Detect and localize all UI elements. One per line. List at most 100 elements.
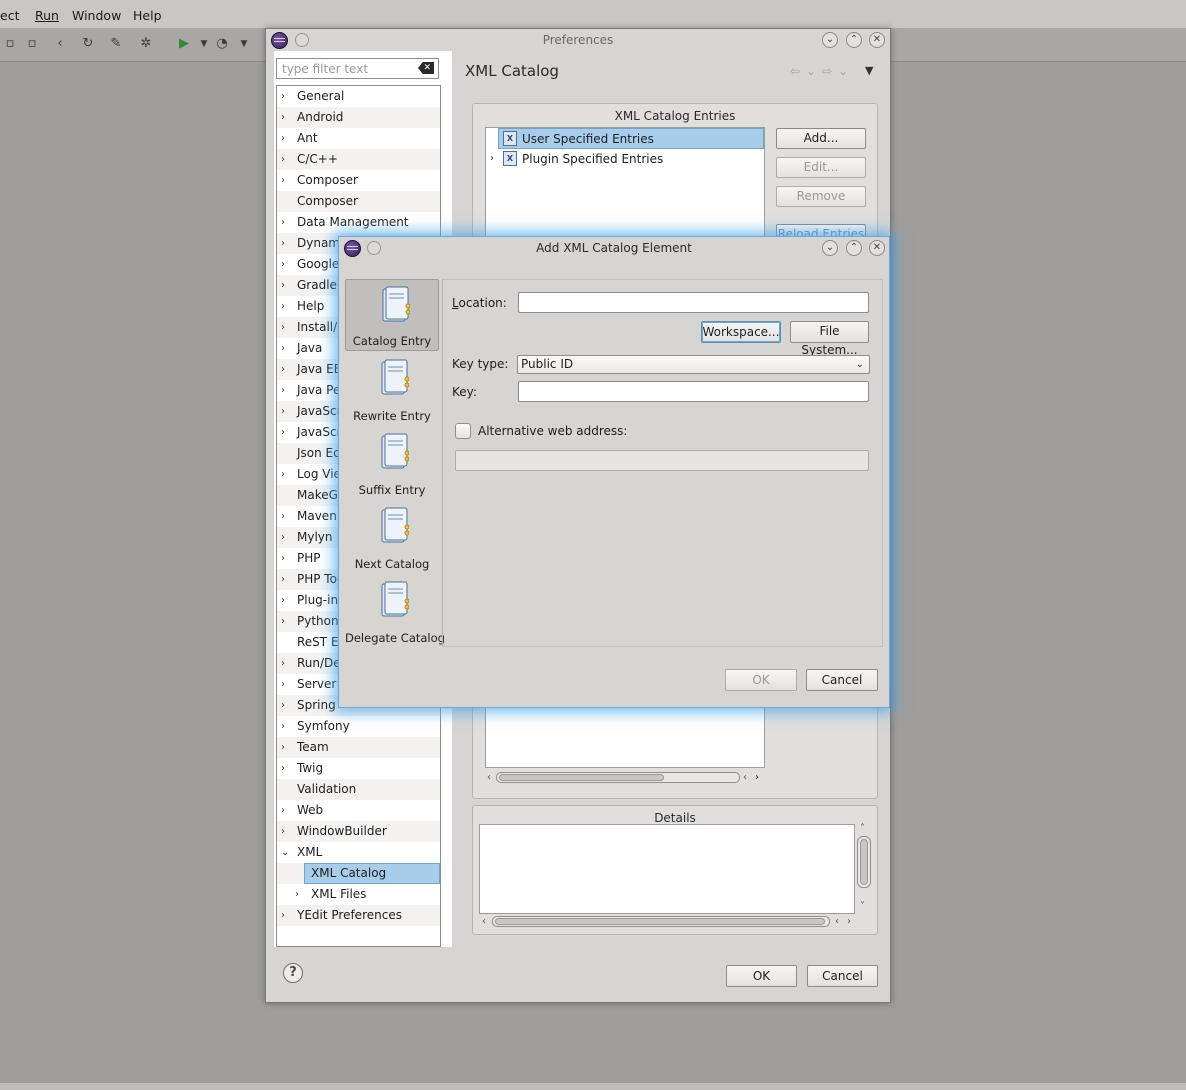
expand-chevron-icon[interactable]: › [281, 464, 291, 485]
expand-chevron-icon[interactable]: › [281, 128, 291, 149]
tree-item[interactable]: › Web [277, 800, 440, 821]
expand-chevron-icon[interactable]: › [281, 800, 291, 821]
tree-item[interactable]: Composer [277, 191, 440, 212]
sidebar-item-next-catalog[interactable]: Next Catalog [345, 501, 439, 573]
expand-chevron-icon[interactable]: › [281, 905, 291, 926]
details-hscrollbar[interactable] [492, 916, 830, 927]
expand-chevron-icon[interactable]: › [281, 86, 291, 107]
menu-project[interactable]: ect [0, 8, 19, 23]
expand-chevron-icon[interactable]: › [281, 170, 291, 191]
expand-chevron-icon[interactable]: › [281, 758, 291, 779]
expand-chevron-icon[interactable]: › [281, 422, 291, 443]
tree-item[interactable]: › C/C++ [277, 149, 440, 170]
tree-item[interactable]: › Symfony [277, 716, 440, 737]
scroll-up-icon[interactable]: ˄ [860, 823, 865, 834]
scroll-right-icon[interactable]: › [847, 916, 851, 927]
preferences-ok-button[interactable]: OK [726, 965, 797, 987]
expand-chevron-icon[interactable]: › [281, 548, 291, 569]
alternative-web-address-input[interactable] [455, 450, 869, 471]
expand-chevron-icon[interactable]: › [281, 569, 291, 590]
scroll-right-icon[interactable]: › [755, 772, 759, 783]
entry-plugin-specified[interactable]: › X Plugin Specified Entries [486, 149, 764, 170]
expand-chevron-icon[interactable]: › [281, 149, 291, 170]
location-input[interactable] [518, 292, 869, 313]
file-system-button[interactable]: File System... [790, 321, 869, 357]
expand-chevron-icon[interactable]: › [281, 380, 291, 401]
tree-item[interactable]: › XML Files [277, 884, 440, 905]
maximize-icon[interactable]: ⌃ [846, 240, 862, 256]
expand-chevron-icon[interactable]: › [281, 506, 291, 527]
tree-item[interactable]: › Android [277, 107, 440, 128]
expand-chevron-icon[interactable]: › [490, 149, 494, 169]
menu-help[interactable]: Help [133, 8, 162, 23]
edit-button[interactable]: Edit... [776, 157, 866, 178]
dialog-cancel-button[interactable]: Cancel [806, 669, 878, 691]
expand-chevron-icon[interactable]: › [281, 317, 291, 338]
expand-chevron-icon[interactable]: › [281, 737, 291, 758]
tree-item[interactable]: › WindowBuilder [277, 821, 440, 842]
expand-chevron-icon[interactable]: › [281, 107, 291, 128]
collapse-chevron-icon[interactable]: ⌄ [281, 842, 291, 863]
sidebar-item-delegate-catalog[interactable]: Delegate Catalog [345, 575, 445, 647]
expand-chevron-icon[interactable]: › [281, 611, 291, 632]
expand-chevron-icon[interactable]: › [281, 695, 291, 716]
dialog-ok-button[interactable]: OK [725, 669, 797, 691]
scroll-down-icon[interactable]: ˅ [860, 901, 865, 912]
entries-hscroll-thumb[interactable] [499, 774, 664, 781]
sidebar-item-catalog-entry[interactable]: Catalog Entry [345, 279, 439, 351]
remove-button[interactable]: Remove [776, 186, 866, 207]
expand-chevron-icon[interactable]: › [281, 212, 291, 233]
tree-item[interactable]: › Composer [277, 170, 440, 191]
key-type-select[interactable]: Public ID ⌄ [517, 355, 870, 374]
close-icon[interactable]: ✕ [869, 240, 885, 256]
toolbar-refresh-icon[interactable]: ↻ [80, 36, 96, 52]
toolbar-external-tools-icon[interactable]: ◔ [214, 36, 230, 52]
toolbar-external-dropdown-icon[interactable]: ▼ [236, 36, 252, 52]
toolbar-run-icon[interactable]: ▶ [176, 36, 192, 52]
workspace-button[interactable]: Workspace... [701, 321, 781, 343]
nav-history-icon[interactable]: ⇦⌄⇨⌄ [790, 64, 854, 78]
details-vscrollbar[interactable] [857, 836, 871, 888]
tree-item[interactable]: › Ant [277, 128, 440, 149]
toolbar-debug-icon[interactable]: ✲ [138, 36, 154, 52]
help-icon[interactable]: ? [283, 963, 303, 983]
expand-chevron-icon[interactable]: › [281, 254, 291, 275]
expand-chevron-icon[interactable]: › [281, 296, 291, 317]
sidebar-item-rewrite-entry[interactable]: Rewrite Entry [345, 353, 439, 425]
details-textarea[interactable] [479, 824, 855, 914]
entry-user-specified[interactable]: X User Specified Entries [498, 128, 764, 149]
minimize-icon[interactable]: ⌄ [822, 32, 838, 48]
scroll-left-icon[interactable]: ‹ [835, 916, 839, 927]
expand-chevron-icon[interactable]: › [281, 653, 291, 674]
alternative-web-address-checkbox[interactable] [455, 423, 471, 439]
tree-item[interactable]: Validation [277, 779, 440, 800]
key-input[interactable] [518, 381, 869, 402]
toolbar-save-icon[interactable]: ▫ [2, 36, 18, 52]
expand-chevron-icon[interactable]: › [295, 884, 305, 905]
dialog-titlebar[interactable]: Add XML Catalog Element ⌄ ⌃ ✕ [339, 237, 889, 259]
tree-item[interactable]: ⌄ XML [277, 842, 440, 863]
toolbar-print-icon[interactable]: ▫ [24, 36, 40, 52]
add-button[interactable]: Add... [776, 128, 866, 149]
expand-chevron-icon[interactable]: › [281, 821, 291, 842]
details-hscroll-thumb[interactable] [495, 918, 825, 925]
preferences-titlebar[interactable]: Preferences ⌄ ⌃ ✕ [266, 29, 890, 51]
scroll-left-icon[interactable]: ‹ [487, 772, 491, 783]
expand-chevron-icon[interactable]: › [281, 275, 291, 296]
expand-chevron-icon[interactable]: › [281, 359, 291, 380]
expand-chevron-icon[interactable]: › [281, 527, 291, 548]
scroll-left-icon[interactable]: ‹ [743, 772, 747, 783]
expand-chevron-icon[interactable]: › [281, 674, 291, 695]
expand-chevron-icon[interactable]: › [281, 716, 291, 737]
tree-item[interactable]: XML Catalog [277, 863, 440, 884]
toolbar-back-icon[interactable]: ‹ [52, 36, 68, 52]
expand-chevron-icon[interactable]: › [281, 338, 291, 359]
sidebar-item-suffix-entry[interactable]: Suffix Entry [345, 427, 439, 499]
menu-window[interactable]: Window [72, 8, 121, 23]
expand-chevron-icon[interactable]: › [281, 401, 291, 422]
scroll-left-icon[interactable]: ‹ [482, 916, 486, 927]
view-menu-icon[interactable]: ▼ [865, 64, 873, 77]
expand-chevron-icon[interactable]: › [281, 233, 291, 254]
preferences-cancel-button[interactable]: Cancel [807, 965, 878, 987]
tree-item[interactable]: › Data Management [277, 212, 440, 233]
